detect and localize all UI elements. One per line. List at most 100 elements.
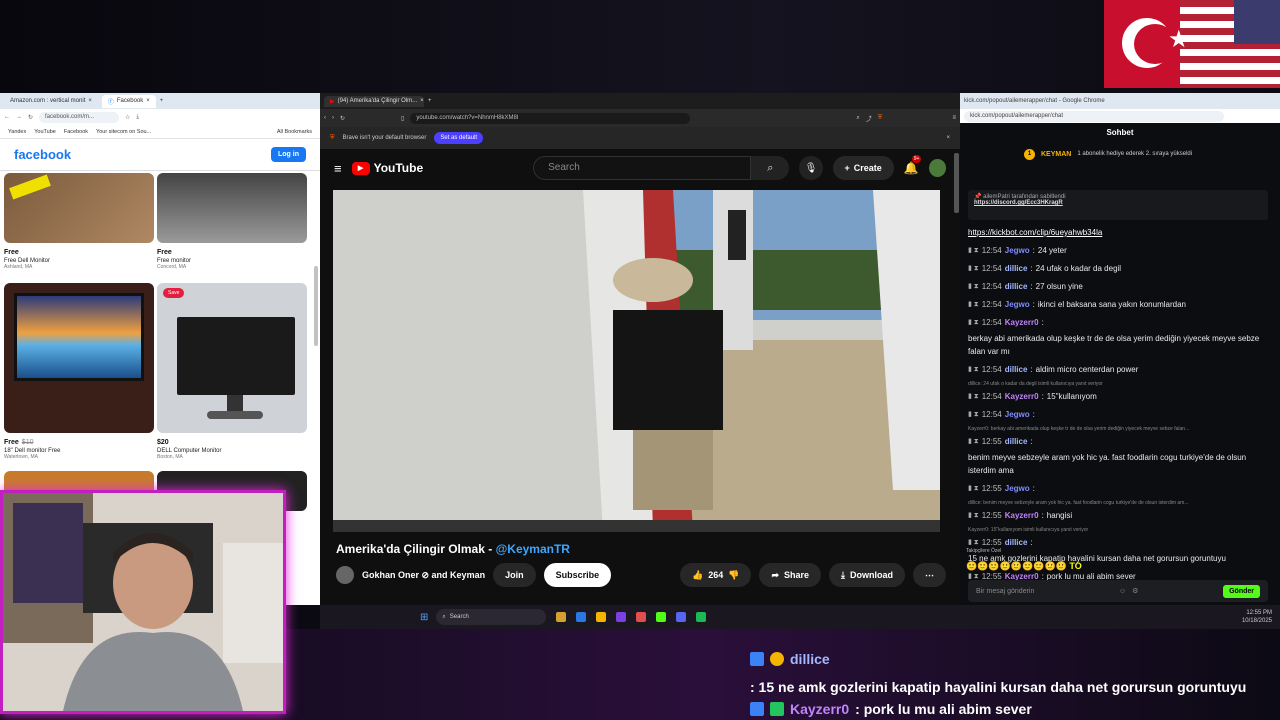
chat-username[interactable]: dillice <box>1005 280 1028 293</box>
menu-icon[interactable]: ≡ <box>952 115 956 121</box>
chat-username[interactable]: Jegwo <box>1005 244 1030 257</box>
search-icon[interactable]: ⌕ <box>751 156 790 180</box>
chat-message[interactable]: ▮ ⧗ 12:54 Jegwo: ikinci el baksana sana yak… <box>968 298 1274 311</box>
chat-username[interactable]: Jegwo <box>1005 408 1030 421</box>
save-badge[interactable]: Save <box>163 288 185 298</box>
moderation-icon[interactable]: ▮ ⧗ <box>968 298 979 311</box>
more-options-icon[interactable]: ⋯ <box>913 563 946 587</box>
bookmark-icon[interactable]: ▯ <box>401 115 404 122</box>
moderation-icon[interactable]: ▮ ⧗ <box>968 244 979 257</box>
listing-card[interactable]: Free $10 18" Dell monitor Free Watertown,… <box>4 283 154 460</box>
share-icon[interactable]: ⤴ <box>866 114 872 123</box>
folder-icon[interactable] <box>596 612 607 622</box>
moderation-icon[interactable]: ▮ ⧗ <box>968 363 979 376</box>
like-button[interactable]: 👍 264 👎 <box>679 563 752 587</box>
taskbar-search[interactable]: ⌕ Search <box>436 609 547 625</box>
join-button[interactable]: Join <box>493 563 536 587</box>
youtube-logo[interactable]: ▶ YouTube <box>351 161 423 175</box>
promo-user[interactable]: KEYMAN <box>1041 151 1071 158</box>
pinned-link[interactable]: https://discord.gg/Ecc3HKragR <box>974 200 1262 206</box>
address-bar[interactable]: facebook.com/m... <box>39 111 120 123</box>
download-button[interactable]: ⤓ Download <box>829 563 905 587</box>
brave-icon[interactable] <box>636 612 647 622</box>
chat-message[interactable]: ▮ ⧗ 12:54 dillice:27 olsun yine <box>968 280 1274 293</box>
moderation-icon[interactable]: ▮ ⧗ <box>968 509 979 522</box>
create-button[interactable]: + Create <box>832 156 894 180</box>
bookmark-facebook[interactable]: Facebook <box>64 129 88 135</box>
settings-gear-icon[interactable]: ⚙ <box>1132 587 1138 595</box>
chat-username[interactable]: Jegwo <box>1005 482 1030 495</box>
chat-username[interactable]: Kayzerr0 <box>1005 316 1039 329</box>
share-button[interactable]: ➦ Share <box>759 563 822 587</box>
bookmark-yandex[interactable]: Yandex <box>8 129 26 135</box>
back-icon[interactable]: ← <box>4 114 10 120</box>
close-icon[interactable]: × <box>946 135 950 141</box>
chat-message[interactable]: https://kickbot.com/clip/6ueyahwb34la <box>968 226 1274 239</box>
chat-username[interactable]: dillice <box>1005 262 1028 275</box>
video-player[interactable] <box>333 190 940 532</box>
chat-username[interactable]: dillice <box>1005 435 1028 448</box>
back-icon[interactable]: ‹ <box>324 115 326 121</box>
hamburger-menu-icon[interactable]: ≡ <box>334 161 342 176</box>
moderation-icon[interactable]: ▮ ⧗ <box>968 482 979 495</box>
bookmark-youtube[interactable]: YouTube <box>34 129 56 135</box>
moderation-icon[interactable]: ▮ ⧗ <box>968 390 979 403</box>
channel-tag-link[interactable]: @KeymanTR <box>496 542 570 556</box>
kick-icon[interactable] <box>656 612 667 622</box>
chat-message[interactable]: ▮ ⧗ 12:54 Jegwo:24 yeter <box>968 244 1274 257</box>
listing-card[interactable]: Save $20 DELL Computer Monitor Boston, M… <box>157 283 307 460</box>
chat-message[interactable]: ▮ ⧗ 12:55 dillice: benim meyve sebzeyle ara… <box>968 435 1274 477</box>
moderation-icon[interactable]: ▮ ⧗ <box>968 316 979 329</box>
edge-icon[interactable] <box>576 612 587 622</box>
moderation-icon[interactable]: ▮ ⧗ <box>968 262 979 275</box>
avatar[interactable] <box>928 159 946 177</box>
subscribe-button[interactable]: Subscribe <box>543 563 612 587</box>
new-tab-button[interactable]: + <box>160 98 164 104</box>
fb-scrollbar[interactable] <box>314 266 318 346</box>
listing-card[interactable]: Free Free monitor Concord, MA <box>157 173 307 270</box>
tab-youtube[interactable]: ▶ (94) Amerika'da Çilingir Olm... × <box>324 95 424 107</box>
spotify-icon[interactable] <box>696 612 707 622</box>
bookmark-site[interactable]: Your sitecom on Sou... <box>96 129 151 135</box>
chat-username[interactable]: dillice <box>1005 363 1028 376</box>
chat-username[interactable]: Kayzerr0 <box>1005 509 1039 522</box>
brave-shield-icon[interactable]: ⛨ <box>878 115 883 122</box>
chat-message[interactable]: ▮ ⧗ 12:54 Jegwo: <box>968 408 1274 421</box>
yt-scrollbar[interactable] <box>954 153 959 213</box>
address-bar[interactable]: kick.com/popout/ailemerapper/chat <box>964 110 1224 122</box>
tab-facebook[interactable]: ⓕ Facebook × <box>101 94 156 108</box>
thumbs-down-icon[interactable]: 👎 <box>728 570 739 581</box>
address-bar[interactable]: youtube.com/watch?v=NhnmH8kXM8I <box>410 112 691 124</box>
download-icon[interactable]: ⤓ <box>136 114 139 121</box>
listing-card[interactable]: Free Free Dell Monitor Ashland, MA <box>4 173 154 270</box>
moderation-icon[interactable]: ▮ ⧗ <box>968 280 979 293</box>
chat-username[interactable]: Kayzerr0 <box>1005 390 1039 403</box>
new-tab-button[interactable]: + <box>428 98 432 104</box>
chat-input[interactable]: Bir mesaj gönderin ☺ ⚙ Gönder <box>968 580 1268 602</box>
app-icon[interactable] <box>616 612 627 622</box>
discord-icon[interactable] <box>676 612 687 622</box>
chat-message[interactable]: ▮ ⧗ 12:55 Kayzerr0: hangisi <box>968 509 1274 522</box>
bookmark-star-icon[interactable]: ☆ <box>125 114 130 121</box>
search-input[interactable]: Search <box>533 156 752 180</box>
set-default-button[interactable]: Set as default <box>434 132 484 144</box>
chat-username[interactable]: dillice <box>1005 536 1028 549</box>
forward-icon[interactable]: → <box>16 114 22 120</box>
reload-icon[interactable]: ↻ <box>28 114 33 121</box>
forward-icon[interactable]: › <box>332 115 334 121</box>
channel-avatar[interactable] <box>336 566 354 584</box>
moderation-icon[interactable]: ▮ ⧗ <box>968 408 979 421</box>
emoji-icon[interactable]: ☺ <box>1119 588 1126 595</box>
send-button[interactable]: Gönder <box>1223 584 1260 598</box>
moderation-icon[interactable]: ▮ ⧗ <box>968 435 979 448</box>
chat-username[interactable]: Jegwo <box>1005 298 1030 311</box>
microphone-icon[interactable]: 🎙 <box>799 156 823 180</box>
chat-message[interactable]: ▮ ⧗ 12:54 Kayzerr0:15"kullanıyom <box>968 390 1274 403</box>
windows-start-icon[interactable]: ⊞ <box>420 612 428 623</box>
channel-name[interactable]: Gokhan Oner ⊘ and Keyman <box>362 570 485 581</box>
chat-link[interactable]: https://kickbot.com/clip/6ueyahwb34la <box>968 226 1102 239</box>
chat-message[interactable]: ▮ ⧗ 12:54 dillice: aldim micro centerdan po… <box>968 363 1274 376</box>
reload-icon[interactable]: ↻ <box>340 115 345 122</box>
login-button[interactable]: Log in <box>271 147 306 162</box>
chat-message[interactable]: ▮ ⧗ 12:54 Kayzerr0: berkay abi amerikada ol… <box>968 316 1274 358</box>
